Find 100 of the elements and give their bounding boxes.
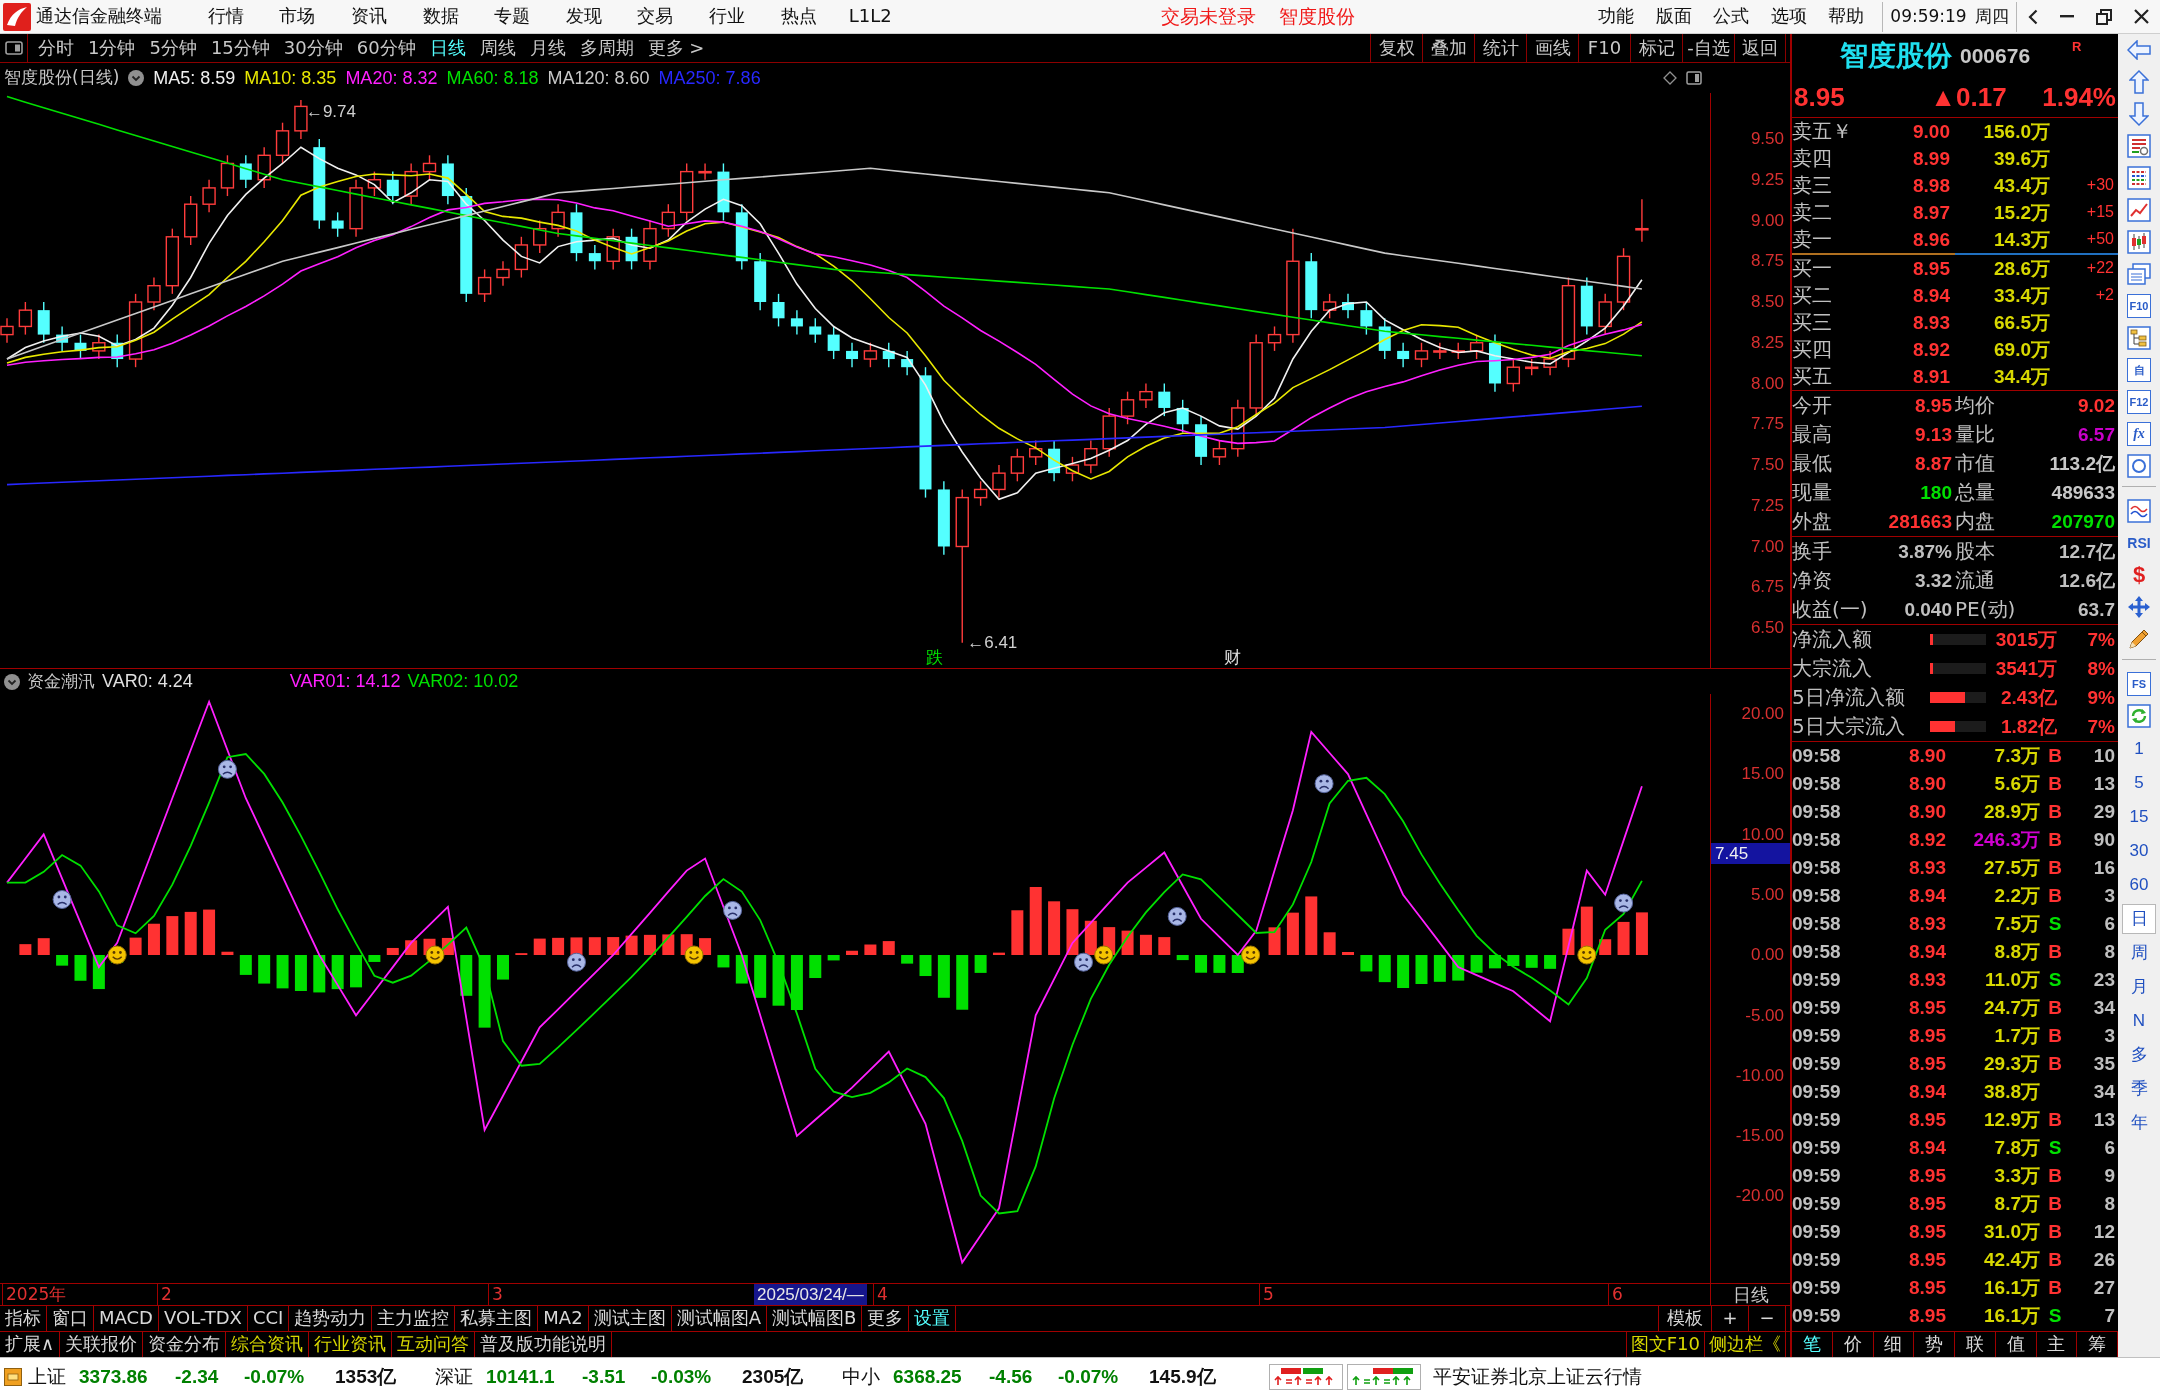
refresh-icon[interactable] [2127, 704, 2151, 728]
index-change: -4.56 [989, 1365, 1034, 1388]
tool-button[interactable]: 自 [2127, 358, 2151, 382]
tool-label[interactable]: $ [2132, 562, 2146, 588]
period-button[interactable]: 15 [2122, 802, 2156, 832]
tool-button[interactable]: fx [2127, 422, 2151, 446]
toolbar-button[interactable]: 返回 [1734, 34, 1786, 62]
period-tab[interactable]: 5分钟 [142, 37, 204, 59]
indicator-tab[interactable]: 设置 [909, 1306, 957, 1331]
plus-button[interactable]: + [1711, 1306, 1748, 1331]
pencil-icon[interactable] [2127, 627, 2151, 651]
panel-toggle-icon[interactable] [4, 41, 23, 55]
period-button[interactable]: 60 [2122, 870, 2156, 900]
menu-item[interactable]: 公式 [1702, 6, 1760, 27]
tool-label[interactable]: RSI [2127, 534, 2151, 552]
period-tab[interactable]: 1分钟 [81, 37, 143, 59]
period-button[interactable]: 5 [2122, 768, 2156, 798]
menu-item[interactable]: 市场 [261, 6, 334, 27]
grid-icon[interactable] [2127, 166, 2151, 190]
index-value: 3373.86 [79, 1365, 149, 1388]
period-button[interactable]: N [2122, 1006, 2156, 1036]
windows-icon[interactable] [2127, 263, 2151, 285]
toolbar-button[interactable]: 标记 [1630, 34, 1682, 62]
stock-code: 000676 [1960, 43, 2031, 69]
menu-item[interactable]: 专题 [476, 6, 548, 27]
market-breadth-icon[interactable] [1269, 1363, 1343, 1390]
period-tab[interactable]: 分时 [31, 37, 81, 59]
menu-item[interactable]: 资讯 [333, 6, 405, 27]
period-button[interactable]: 月 [2122, 972, 2156, 1002]
arrow-up-icon[interactable] [2129, 70, 2149, 94]
period-tab[interactable]: 更多 > [640, 37, 712, 59]
period-tab[interactable]: 多周期 [572, 37, 641, 59]
move-icon[interactable] [2127, 595, 2151, 619]
period-button[interactable]: 日 [2122, 904, 2156, 934]
toolbar-button[interactable]: 复权 [1370, 34, 1422, 62]
close-icon[interactable] [2134, 9, 2149, 24]
menu-item[interactable]: 版面 [1645, 6, 1703, 27]
indicator-tab[interactable]: VOL-TDX [158, 1306, 248, 1331]
toolbar-button[interactable]: F10 [1578, 34, 1630, 62]
menu-item[interactable]: 数据 [404, 6, 477, 27]
minus-button[interactable]: − [1748, 1306, 1786, 1331]
period-button[interactable]: 年 [2122, 1108, 2156, 1138]
stat-value: 8.87 [1915, 452, 1952, 475]
period-button[interactable]: 1 [2122, 734, 2156, 764]
menu-item[interactable]: 选项 [1760, 6, 1818, 27]
period-tab[interactable]: 周线 [472, 37, 523, 59]
dropdown-icon[interactable] [4, 673, 20, 690]
diamond-icon[interactable] [1663, 71, 1677, 85]
toolbar-button[interactable]: -自选 [1682, 34, 1734, 62]
arrow-down-icon[interactable] [2129, 102, 2149, 126]
candlestick-chart-icon[interactable] [2127, 230, 2151, 254]
index-icon[interactable] [4, 1367, 22, 1386]
period-tab[interactable]: 月线 [522, 37, 573, 59]
indicator-tab[interactable]: 私募主图 [455, 1306, 539, 1331]
wave-chart-icon[interactable] [2127, 499, 2151, 523]
indicator-tab[interactable]: 测试主图 [588, 1306, 672, 1331]
menu-item[interactable]: 帮助 [1817, 6, 1875, 27]
indicator-tab[interactable]: MACD [94, 1306, 159, 1331]
minimize-icon[interactable] [2060, 15, 2074, 18]
tool-button[interactable]: FS [2127, 672, 2151, 696]
template-button[interactable]: 模板 [1658, 1306, 1711, 1331]
indicator-tab[interactable]: 主力监控 [372, 1306, 456, 1331]
period-tab[interactable]: 60分钟 [349, 37, 423, 59]
dropdown-icon[interactable] [128, 70, 145, 86]
panel-icon[interactable] [1686, 71, 1702, 85]
tool-button[interactable]: F12 [2127, 390, 2151, 414]
report-icon[interactable] [2127, 134, 2151, 158]
indicator-tab[interactable]: 更多 [862, 1306, 910, 1331]
restore-icon[interactable] [2096, 8, 2112, 25]
period-tab[interactable]: 30分钟 [276, 37, 350, 59]
menu-item[interactable]: 行情 [190, 6, 262, 27]
indicator-tab[interactable]: 趋势动力 [289, 1306, 373, 1331]
line-chart-icon[interactable] [2127, 198, 2151, 222]
toolbar-button[interactable]: 画线 [1526, 34, 1578, 62]
toolbar-button[interactable]: 叠加 [1422, 34, 1474, 62]
period-button[interactable]: 多 [2122, 1040, 2156, 1070]
chevron-left-icon[interactable] [2028, 8, 2038, 25]
order-price: 8.93 [1912, 311, 1950, 334]
period-button[interactable]: 周 [2122, 938, 2156, 968]
toolbar-button[interactable]: 统计 [1474, 34, 1526, 62]
period-button[interactable]: 30 [2122, 836, 2156, 866]
tree-icon[interactable] [2127, 326, 2151, 350]
period-button[interactable]: 季 [2122, 1074, 2156, 1104]
market-breadth-icon[interactable] [1347, 1363, 1421, 1390]
menu-item[interactable]: 行业 [691, 6, 763, 27]
indicator-tab[interactable]: CCI [247, 1306, 290, 1331]
arrow-left-icon[interactable] [2127, 40, 2151, 60]
menu-item[interactable]: 交易 [619, 6, 692, 27]
indicator-tab[interactable]: 测试幅图B [766, 1306, 863, 1331]
menu-item[interactable]: L1L2 [834, 6, 906, 27]
tool-button[interactable]: F10 [2127, 294, 2151, 318]
indicator-tab[interactable]: 指标 [0, 1306, 47, 1331]
menu-item[interactable]: 功能 [1587, 6, 1645, 27]
indicator-tab[interactable]: 测试幅图A [671, 1306, 767, 1331]
period-tab[interactable]: 15分钟 [203, 37, 277, 59]
period-tab[interactable]: 日线 [422, 37, 473, 59]
indicator-tab[interactable]: 窗口 [47, 1306, 94, 1331]
indicator-tab[interactable]: MA2 [538, 1306, 589, 1331]
menu-item[interactable]: 热点 [762, 6, 835, 27]
menu-item[interactable]: 发现 [547, 6, 620, 27]
